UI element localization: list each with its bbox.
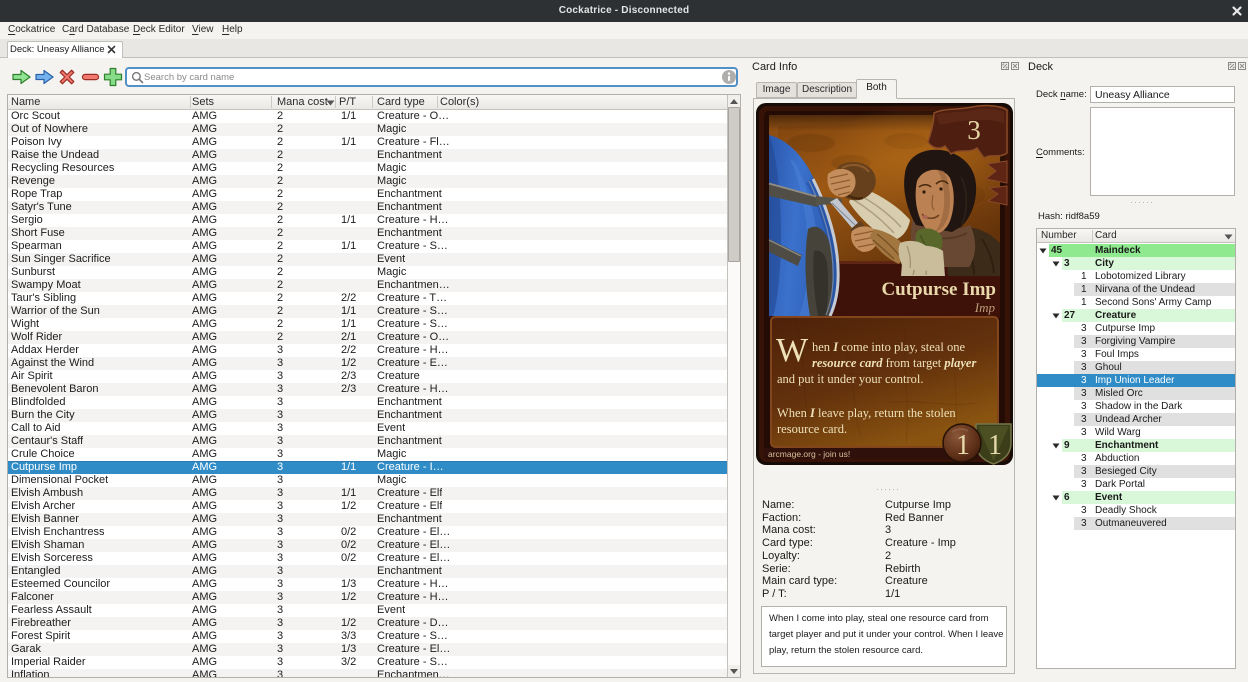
svg-text:Imp: Imp [974, 300, 996, 315]
svg-text:When I leave play, return the: When I leave play, return the stolen [777, 406, 956, 420]
svg-text:1: 1 [956, 430, 970, 461]
svg-text:arcmage.org - join us!: arcmage.org - join us! [768, 449, 850, 459]
svg-text:hen I come into play, steal on: hen I come into play, steal one [812, 340, 965, 354]
svg-text:resource card from target play: resource card from target player [812, 356, 976, 370]
svg-text:3: 3 [967, 115, 981, 145]
svg-text:Cutpurse Imp: Cutpurse Imp [881, 279, 996, 300]
svg-text:W: W [776, 332, 809, 369]
svg-text:resource card.: resource card. [777, 422, 847, 436]
svg-text:and put it under your control.: and put it under your control. [777, 372, 924, 386]
svg-text:1: 1 [988, 430, 1002, 461]
